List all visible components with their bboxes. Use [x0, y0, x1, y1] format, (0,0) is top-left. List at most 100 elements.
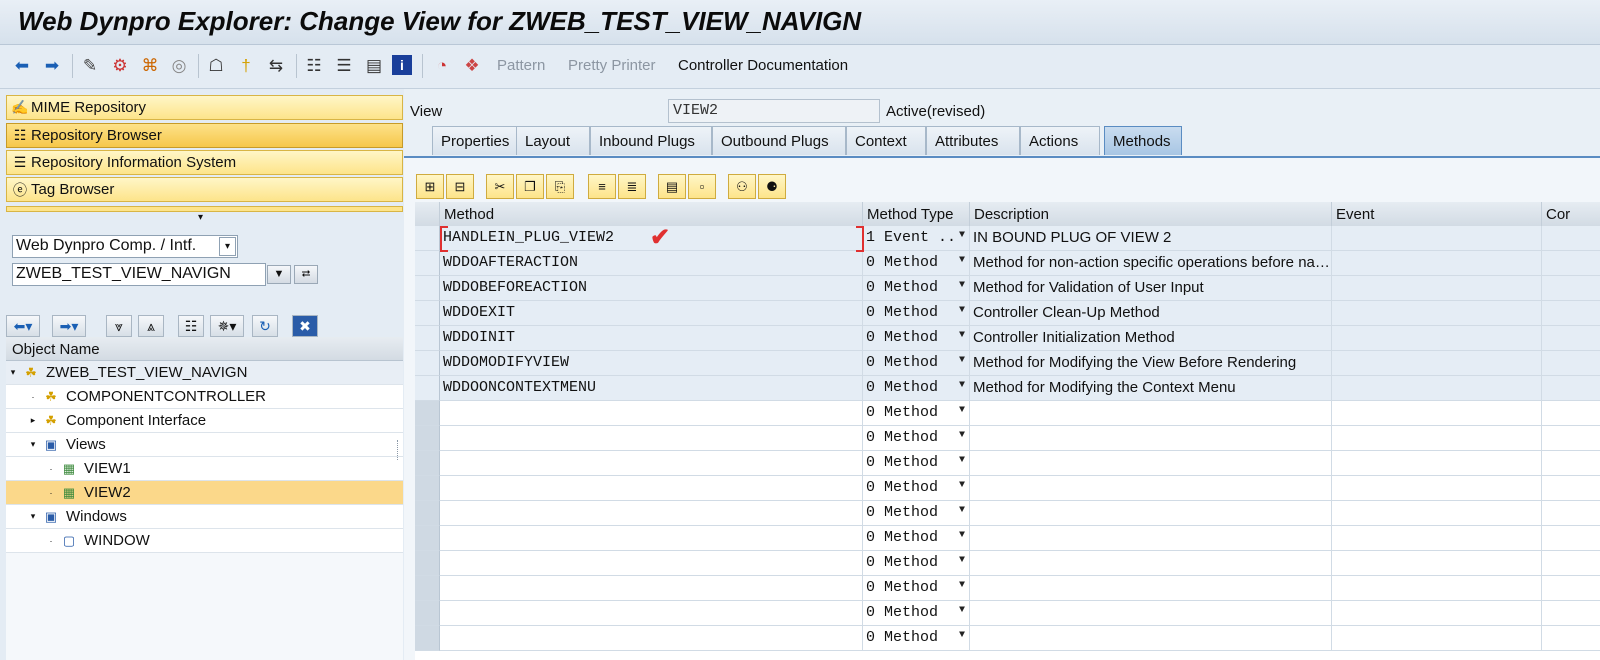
table-row[interactable]: 0 Method ▼	[415, 401, 1600, 426]
collapse-icon[interactable]: ▾	[26, 511, 40, 522]
row-selector[interactable]	[415, 626, 440, 651]
column-header-component[interactable]: Cor	[1542, 202, 1600, 226]
tab-attributes[interactable]: Attributes	[926, 126, 1020, 155]
mime-repository-button[interactable]: ✍ MIME Repository	[6, 95, 403, 120]
cut-icon[interactable]: ✂	[486, 174, 514, 199]
table-row[interactable]: WDDOAFTERACTION 0 Method ▼ Method for non…	[415, 251, 1600, 276]
description-cell[interactable]: Controller Initialization Method	[970, 326, 1332, 351]
repository-browser-button[interactable]: ☷ Repository Browser	[6, 123, 403, 148]
object-name-input[interactable]: ZWEB_TEST_VIEW_NAVIGN	[12, 263, 266, 286]
details-icon[interactable]: ▤	[658, 174, 686, 199]
row-selector[interactable]	[415, 426, 440, 451]
row-selector[interactable]	[415, 276, 440, 301]
activate-icon[interactable]: ⌘	[138, 53, 162, 77]
description-cell[interactable]	[970, 426, 1332, 451]
method-type-cell[interactable]: 1 Event .. ▼	[863, 226, 970, 251]
description-cell[interactable]: Controller Clean-Up Method	[970, 301, 1332, 326]
tree-node[interactable]: ▾ ▣ Windows	[6, 505, 403, 529]
method-name-cell[interactable]: WDDOBEFOREACTION	[440, 276, 863, 301]
chevron-down-icon[interactable]: ▼	[959, 405, 965, 416]
object-type-select[interactable]: Web Dynpro Comp. / Intf. ▾	[12, 235, 238, 258]
row-selector[interactable]	[415, 326, 440, 351]
method-type-cell[interactable]: 0 Method ▼	[863, 251, 970, 276]
splitter-handle[interactable]	[397, 440, 400, 460]
find-next-icon[interactable]: ⚈	[758, 174, 786, 199]
method-name-cell[interactable]	[440, 576, 863, 601]
row-selector[interactable]	[415, 451, 440, 476]
method-name-cell[interactable]	[440, 451, 863, 476]
table-row[interactable]: WDDOBEFOREACTION 0 Method ▼ Method for Va…	[415, 276, 1600, 301]
row-selector[interactable]	[415, 501, 440, 526]
tree-node[interactable]: · ☘ COMPONENTCONTROLLER	[6, 385, 403, 409]
paste-icon[interactable]: ⎘	[546, 174, 574, 199]
chevron-down-icon[interactable]: ▼	[959, 580, 965, 591]
method-name-cell[interactable]	[440, 626, 863, 651]
method-type-cell[interactable]: 0 Method ▼	[863, 501, 970, 526]
table-row[interactable]: 0 Method ▼	[415, 526, 1600, 551]
row-selector[interactable]	[415, 376, 440, 401]
chevron-down-icon[interactable]: ▼	[959, 455, 965, 466]
description-cell[interactable]: Method for non-action specific operation…	[970, 251, 1332, 276]
method-type-cell[interactable]: 0 Method ▼	[863, 276, 970, 301]
description-cell[interactable]: IN BOUND PLUG OF VIEW 2	[970, 226, 1332, 251]
chevron-down-icon[interactable]: ▼	[959, 355, 965, 366]
pattern-button[interactable]: Pattern	[497, 57, 545, 74]
chevron-down-icon[interactable]: ▼	[959, 230, 965, 241]
delete-row-icon[interactable]: ⊟	[446, 174, 474, 199]
display-object-list-icon[interactable]: †	[234, 53, 258, 77]
component-cell[interactable]	[1542, 626, 1600, 651]
pie-chart-icon[interactable]: ◔	[430, 53, 454, 77]
description-cell[interactable]	[970, 601, 1332, 626]
row-selector[interactable]	[415, 301, 440, 326]
method-type-cell[interactable]: 0 Method ▼	[863, 326, 970, 351]
event-cell[interactable]	[1332, 426, 1542, 451]
method-name-cell[interactable]	[440, 426, 863, 451]
event-cell[interactable]	[1332, 226, 1542, 251]
tree-hierarchy-icon[interactable]: ☷	[178, 315, 204, 337]
template-icon[interactable]: ❖	[460, 53, 484, 77]
event-cell[interactable]	[1332, 376, 1542, 401]
component-cell[interactable]	[1542, 476, 1600, 501]
chevron-down-icon[interactable]: ▾	[219, 237, 236, 256]
check-icon[interactable]: ⚙	[108, 53, 132, 77]
append-line-icon[interactable]: ≣	[618, 174, 646, 199]
controller-documentation-button[interactable]: Controller Documentation	[678, 57, 848, 74]
row-selector-header[interactable]	[415, 202, 440, 226]
component-cell[interactable]	[1542, 426, 1600, 451]
column-header-method-type[interactable]: Method Type	[863, 202, 970, 226]
event-cell[interactable]	[1332, 601, 1542, 626]
event-cell[interactable]	[1332, 451, 1542, 476]
pretty-printer-button[interactable]: Pretty Printer	[568, 57, 656, 74]
repository-information-system-button[interactable]: ☰ Repository Information System	[6, 150, 403, 175]
method-name-cell[interactable]	[440, 501, 863, 526]
method-type-cell[interactable]: 0 Method ▼	[863, 401, 970, 426]
expand-icon[interactable]: ▸	[26, 415, 40, 426]
event-cell[interactable]	[1332, 251, 1542, 276]
row-selector[interactable]	[415, 551, 440, 576]
collapse-all-icon[interactable]: ⩓	[138, 315, 164, 337]
chevron-down-icon[interactable]: ▼	[959, 330, 965, 341]
component-cell[interactable]	[1542, 251, 1600, 276]
table-row[interactable]: 0 Method ▼	[415, 451, 1600, 476]
table-row[interactable]: WDDOEXIT 0 Method ▼ Controller Clean-Up M…	[415, 301, 1600, 326]
chevron-down-icon[interactable]: ▼	[959, 605, 965, 616]
row-selector[interactable]	[415, 601, 440, 626]
row-selector[interactable]	[415, 251, 440, 276]
event-cell[interactable]	[1332, 401, 1542, 426]
chevron-down-icon[interactable]: ▼	[959, 280, 965, 291]
chevron-down-icon[interactable]: ▼	[959, 555, 965, 566]
method-type-cell[interactable]: 0 Method ▼	[863, 426, 970, 451]
tab-layout[interactable]: Layout	[516, 126, 590, 155]
method-type-cell[interactable]: 0 Method ▼	[863, 451, 970, 476]
description-cell[interactable]	[970, 576, 1332, 601]
description-cell[interactable]: Method for Modifying the Context Menu	[970, 376, 1332, 401]
forward-arrow-icon[interactable]: ➡	[40, 53, 64, 77]
tab-outbound-plugs[interactable]: Outbound Plugs	[712, 126, 846, 155]
insert-row-icon[interactable]: ⊞	[416, 174, 444, 199]
collapse-icon[interactable]: ▾	[6, 367, 20, 378]
tab-actions[interactable]: Actions	[1020, 126, 1100, 155]
method-name-cell[interactable]: WDDOMODIFYVIEW	[440, 351, 863, 376]
table-row[interactable]: 0 Method ▼	[415, 501, 1600, 526]
method-type-cell[interactable]: 0 Method ▼	[863, 626, 970, 651]
description-cell[interactable]: Method for Validation of User Input	[970, 276, 1332, 301]
